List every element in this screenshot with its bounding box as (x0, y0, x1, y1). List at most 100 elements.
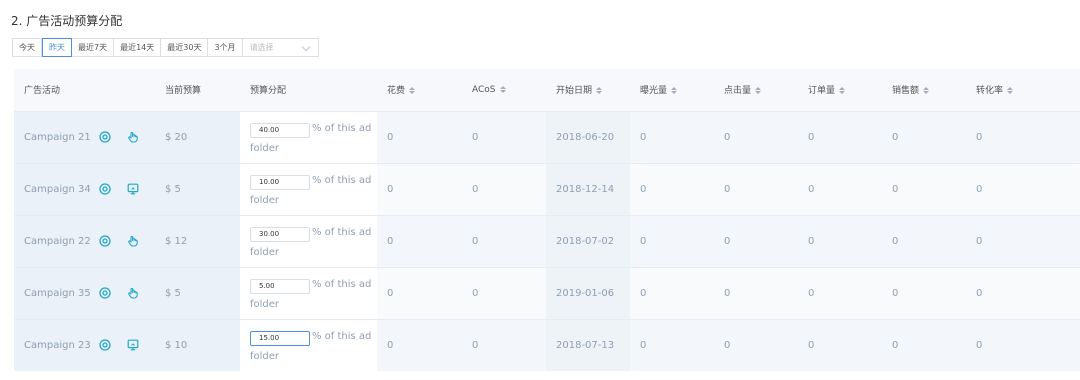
sort-icon[interactable] (1007, 87, 1014, 95)
budget-cell: $ 20 (155, 111, 240, 163)
column-header-acos[interactable]: ACoS (462, 69, 546, 111)
range-today-button[interactable]: 今天 (12, 38, 42, 57)
target-icon[interactable] (99, 235, 111, 247)
allocation-input[interactable]: 15.00 (250, 331, 310, 347)
sort-icon[interactable] (839, 87, 846, 95)
allocation-suffix: % of this ad (312, 227, 372, 238)
table-header-row: 广告活动 当前预算 预算分配 花费 ACoS 开始日期 曝光量 点击量 订单量 销售额 转化率 (14, 69, 1080, 111)
column-header-label: 销售额 (892, 86, 920, 97)
budget-table: 广告活动 当前预算 预算分配 花费 ACoS 开始日期 曝光量 点击量 订单量 销售额 转化率 Ca… (14, 69, 1080, 371)
spend-cell: 0 (387, 287, 394, 299)
column-header-label: 广告活动 (24, 86, 61, 97)
target-icon[interactable] (99, 287, 111, 299)
date-range-group: 今天 昨天 最近7天 最近14天 最近30天 3个月 请选择 (12, 38, 319, 57)
range-3-months-button[interactable]: 3个月 (208, 38, 243, 57)
campaign-name[interactable]: Campaign 34 (24, 184, 99, 195)
column-header-label: 开始日期 (556, 86, 593, 97)
column-header-label: 预算分配 (250, 86, 287, 97)
spend-cell: 0 (387, 131, 394, 143)
sales-cell: 0 (892, 183, 899, 195)
allocation-suffix-folder: folder (250, 143, 280, 154)
sort-icon[interactable] (499, 85, 506, 93)
column-header-label: 当前预算 (165, 86, 202, 97)
sort-icon[interactable] (923, 87, 930, 95)
acos-cell: 0 (472, 339, 479, 351)
monitor-icon[interactable] (127, 339, 139, 351)
impressions-cell: 0 (640, 183, 647, 195)
sort-icon[interactable] (755, 87, 762, 95)
campaign-name[interactable]: Campaign 21 (24, 132, 99, 143)
campaign-name[interactable]: Campaign 23 (24, 340, 99, 351)
range-7-days-button[interactable]: 最近7天 (72, 38, 115, 57)
budget-cell: $ 10 (155, 319, 240, 371)
column-header-budget-allocation: 预算分配 (240, 69, 377, 111)
allocation-cell: 40.00% of this ad folder (240, 111, 377, 163)
sort-icon[interactable] (671, 87, 678, 95)
start-date-cell: 2018-06-20 (546, 111, 630, 163)
column-header-label: 花费 (387, 86, 406, 97)
allocation-cell: 5.00% of this ad folder (240, 267, 377, 319)
chevron-down-icon (301, 42, 310, 52)
allocation-suffix-folder: folder (250, 195, 280, 206)
range-yesterday-button[interactable]: 昨天 (42, 38, 72, 57)
date-range-select[interactable]: 请选择 (242, 38, 319, 57)
budget-cell: $ 5 (155, 163, 240, 215)
allocation-input[interactable]: 10.00 (250, 175, 310, 190)
allocation-suffix-folder: folder (250, 299, 280, 310)
column-header-label: 转化率 (976, 86, 1004, 97)
date-range-select-placeholder: 请选择 (249, 43, 274, 52)
allocation-suffix-folder: folder (250, 351, 280, 363)
table-row: Campaign 22 $ 12 30.00% of this ad folder 0 0… (14, 215, 1080, 267)
allocation-suffix: % of this ad (312, 175, 372, 186)
clicks-cell: 0 (724, 287, 731, 299)
sales-cell: 0 (892, 235, 899, 247)
acos-cell: 0 (472, 235, 479, 247)
column-header-sales[interactable]: 销售额 (882, 69, 966, 111)
sort-icon[interactable] (409, 87, 416, 95)
allocation-cell: 10.00% of this ad folder (240, 163, 377, 215)
range-30-days-button[interactable]: 最近30天 (161, 38, 209, 57)
allocation-suffix-folder: folder (250, 247, 280, 258)
hand-icon[interactable] (127, 287, 139, 299)
spend-cell: 0 (387, 235, 394, 247)
campaign-name[interactable]: Campaign 35 (24, 288, 99, 299)
spend-cell: 0 (387, 339, 394, 351)
campaign-cell: Campaign 34 (14, 163, 155, 215)
acos-cell: 0 (472, 287, 479, 299)
target-icon[interactable] (99, 339, 111, 351)
column-header-start-date[interactable]: 开始日期 (546, 69, 630, 111)
table-row: Campaign 34 $ 5 10.00% of this ad folder 0 0 2… (14, 163, 1080, 215)
start-date-cell: 2018-12-14 (546, 163, 630, 215)
column-header-impressions[interactable]: 曝光量 (630, 69, 714, 111)
table-row: Campaign 35 $ 5 5.00% of this ad folder 0 0 20… (14, 267, 1080, 319)
range-14-days-button[interactable]: 最近14天 (114, 38, 162, 57)
column-header-spend[interactable]: 花费 (377, 69, 462, 111)
budget-cell: $ 12 (155, 215, 240, 267)
acos-cell: 0 (472, 183, 479, 195)
column-header-current-budget: 当前预算 (155, 69, 240, 111)
column-header-clicks[interactable]: 点击量 (714, 69, 798, 111)
conversion-cell: 0 (976, 131, 983, 143)
sales-cell: 0 (892, 339, 899, 351)
column-header-orders[interactable]: 订单量 (798, 69, 882, 111)
column-header-label: 点击量 (724, 86, 752, 97)
allocation-suffix: % of this ad (312, 331, 372, 343)
column-header-conversion-rate[interactable]: 转化率 (966, 69, 1080, 111)
impressions-cell: 0 (640, 235, 647, 247)
monitor-icon[interactable] (127, 183, 139, 195)
allocation-input[interactable]: 40.00 (250, 123, 310, 138)
campaign-name[interactable]: Campaign 22 (24, 236, 99, 247)
hand-icon[interactable] (127, 131, 139, 143)
start-date-cell: 2018-07-13 (546, 319, 630, 371)
column-header-campaign: 广告活动 (14, 69, 155, 111)
hand-icon[interactable] (127, 235, 139, 247)
allocation-input[interactable]: 30.00 (250, 227, 310, 242)
target-icon[interactable] (99, 183, 111, 195)
allocation-suffix: % of this ad (312, 123, 372, 134)
table-row: Campaign 21 $ 20 40.00% of this ad folder 0 0… (14, 111, 1080, 163)
clicks-cell: 0 (724, 131, 731, 143)
campaign-cell: Campaign 21 (14, 111, 155, 163)
target-icon[interactable] (99, 131, 111, 143)
sort-icon[interactable] (596, 87, 603, 95)
allocation-input[interactable]: 5.00 (250, 279, 310, 294)
